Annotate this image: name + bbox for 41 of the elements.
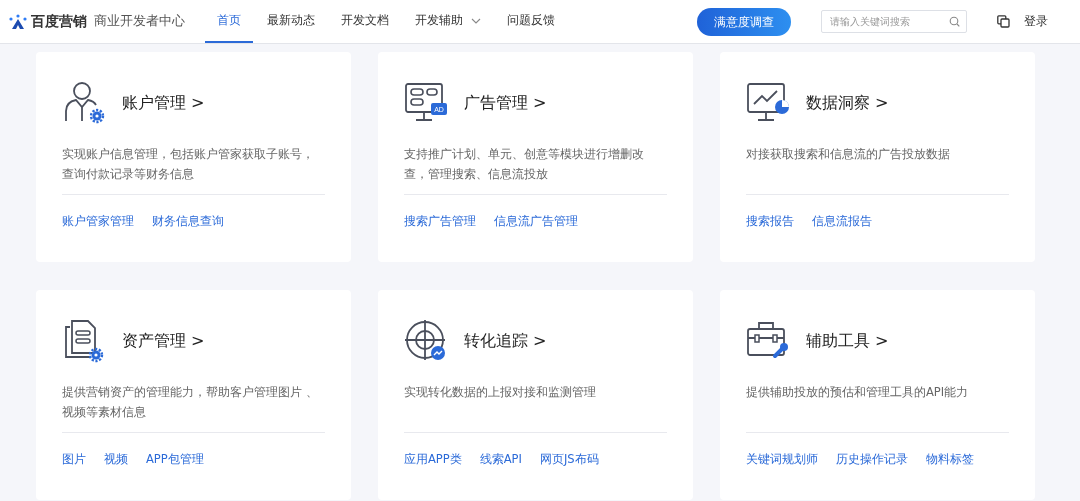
card-link[interactable]: 搜索广告管理 bbox=[404, 214, 476, 229]
card-link[interactable]: 网页JS布码 bbox=[539, 452, 599, 467]
card-title[interactable]: 广告管理 > bbox=[464, 92, 547, 114]
search-field[interactable]: 请输入关键词搜索 bbox=[821, 10, 967, 33]
card-link[interactable]: 信息流报告 bbox=[812, 214, 872, 229]
card-title[interactable]: 数据洞察 > bbox=[806, 92, 889, 114]
nav-tab[interactable]: 问题反馈 bbox=[495, 0, 567, 43]
card-description: 支持推广计划、单元、创意等模块进行增删改查，管理搜索、信息流投放 bbox=[404, 146, 645, 183]
card-link[interactable]: 线索API bbox=[479, 452, 522, 467]
card-link[interactable]: 关键词规划师 bbox=[746, 452, 818, 467]
card-link[interactable]: 视频 bbox=[104, 452, 128, 467]
card-link[interactable]: 物料标签 bbox=[926, 452, 974, 467]
card-description: 提供辅助投放的预估和管理工具的API能力 bbox=[746, 384, 970, 401]
card-description: 实现转化数据的上报对接和监测管理 bbox=[404, 384, 597, 401]
logo-icon bbox=[8, 13, 28, 30]
card-title[interactable]: 资产管理 > bbox=[122, 330, 205, 352]
card-description: 提供营销资产的管理能力，帮助客户管理图片 、视频等素材信息 bbox=[62, 384, 319, 421]
card-description: 对接获取搜索和信息流的广告投放数据 bbox=[746, 146, 951, 163]
card-link[interactable]: 图片 bbox=[62, 452, 86, 467]
card-description: 实现账户信息管理，包括账户管家获取子账号，查询付款记录等财务信息 bbox=[62, 146, 315, 183]
brand-name: 百度营销 bbox=[31, 12, 87, 31]
card-link[interactable]: 财务信息查询 bbox=[152, 214, 224, 229]
card-title[interactable]: 账户管理 > bbox=[122, 92, 205, 114]
nav-tab[interactable]: 开发辅助 bbox=[403, 0, 493, 43]
nav-tab[interactable]: 最新动态 bbox=[255, 0, 327, 43]
nav-tab[interactable]: 开发文档 bbox=[329, 0, 401, 43]
card-title[interactable]: 辅助工具 > bbox=[806, 330, 889, 352]
card-title[interactable]: 转化追踪 > bbox=[464, 330, 547, 352]
survey-button[interactable]: 满意度调查 bbox=[697, 7, 791, 36]
search-icon[interactable] bbox=[949, 16, 960, 27]
site-subtitle: 商业开发者中心 bbox=[94, 13, 185, 30]
card-link[interactable]: 应用APP类 bbox=[404, 452, 462, 467]
card-link[interactable]: 搜索报告 bbox=[746, 214, 794, 229]
card-link[interactable]: 账户管家管理 bbox=[62, 214, 134, 229]
monitor-icon bbox=[405, 83, 443, 121]
card-link[interactable]: 历史操作记录 bbox=[836, 452, 908, 467]
copy-icon[interactable] bbox=[997, 15, 1010, 28]
card-link[interactable]: 信息流广告管理 bbox=[494, 214, 578, 229]
login-link[interactable]: 登录 bbox=[1024, 13, 1048, 30]
nav-tab[interactable]: 首页 bbox=[205, 0, 253, 43]
card-link[interactable]: APP包管理 bbox=[146, 452, 204, 467]
